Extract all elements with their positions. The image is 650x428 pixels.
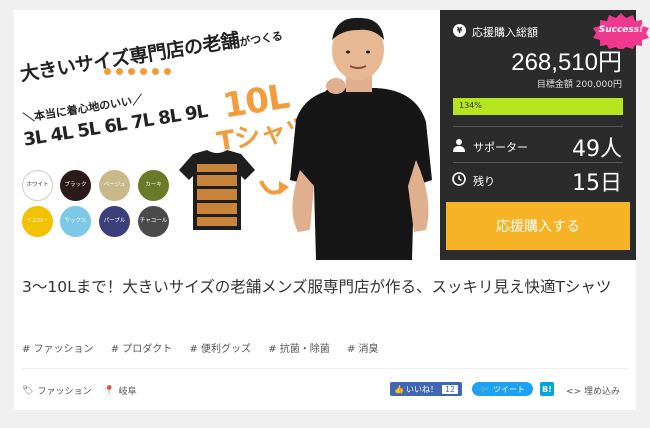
supporters-count: 49人 [572,137,622,162]
embed-link[interactable]: <> 埋め込み [566,384,620,397]
size-item: 9L [183,100,209,126]
size-item: 5L [75,118,101,143]
color-swatch: ベージュ [99,170,130,201]
catchcopy-main: 大きいサイズ専門店の老舗 [18,29,241,86]
like-count: 12 [441,384,459,394]
like-label: いいね！ [405,384,438,394]
clock-icon [452,172,466,186]
divider [22,368,628,369]
model-photo [290,17,432,260]
success-badge: Success! [592,13,650,49]
tag-link[interactable]: # 便利グッズ [190,344,252,355]
tshirt-illustration [179,150,255,230]
thumbs-up-icon: 👍 [394,384,404,394]
size-item: 6L [102,113,128,138]
funding-target: 目標金額 200,000円 [536,80,622,90]
color-swatch: サックス [60,206,91,237]
project-title: 3〜10Lまで！大きいサイズの老舗メンズ服専門店が作る、スッキリ見え快適Tシャツ [22,278,612,296]
project-info: 3〜10Lまで！大きいサイズの老舗メンズ服専門店が作る、スッキリ見え快適Tシャツ… [14,260,636,410]
tweet-button[interactable]: 🐦 ツイート [472,382,533,396]
divider [453,162,623,163]
project-page: 大きいサイズ専門店の老舗がつくる ＼本当に着心地のいい／ 3L 4L 5L 6L… [0,0,650,428]
hero-catchcopy: 大きいサイズ専門店の老舗がつくる [18,19,284,87]
color-swatch: ホワイト [22,170,53,201]
size-item: 3L [22,126,48,151]
embed-label: 埋め込み [583,387,620,397]
color-swatch: イエロー [22,206,53,237]
color-swatch: パープル [99,206,130,237]
tweet-label: ツイート [492,384,525,394]
size-item: 7L [129,109,155,134]
project-meta: 🏷 ファッション 📍 岐阜 [22,384,137,398]
yen-coin-icon: ¥ [453,24,466,37]
tag-icon: 🏷 [22,385,34,396]
supporters-label: サポーター [473,141,528,154]
tag-link[interactable]: # プロダクト [111,344,173,355]
color-swatch: チャコール [138,206,169,237]
person-icon [453,139,465,152]
color-swatch: ブラック [60,170,91,201]
progress-percent: 134% [459,101,482,110]
tag-link[interactable]: # ファッション [22,344,94,355]
hero-image: 大きいサイズ専門店の老舗がつくる ＼本当に着心地のいい／ 3L 4L 5L 6L… [14,10,440,260]
hatena-bookmark-button[interactable]: B! [540,382,554,396]
twitter-bird-icon: 🐦 [480,384,490,394]
location-link[interactable]: 岐阜 [119,384,137,397]
location-pin-icon: 📍 [103,385,115,396]
support-purchase-button[interactable]: 応援購入する [446,202,630,250]
remaining-days: 15日 [572,171,622,196]
remaining-label: 残り [473,175,495,188]
color-swatch: カーキ [138,170,169,201]
funding-label: 応援購入総額 [472,26,538,39]
facebook-like-button[interactable]: 👍 いいね！ 12 [390,382,463,396]
size-item: 4L [48,122,74,147]
size-item: 8L [156,105,182,130]
progress-bar: 134% [453,98,623,115]
tag-link[interactable]: # 消臭 [347,344,379,355]
code-icon: <> [566,387,582,397]
category-link[interactable]: ファッション [37,384,91,397]
tag-link[interactable]: # 抗菌・除菌 [268,344,330,355]
success-badge-label: Success! [598,25,644,35]
tag-list: # ファッション # プロダクト # 便利グッズ # 抗菌・除菌 # 消臭 [22,340,393,355]
divider [453,126,623,127]
